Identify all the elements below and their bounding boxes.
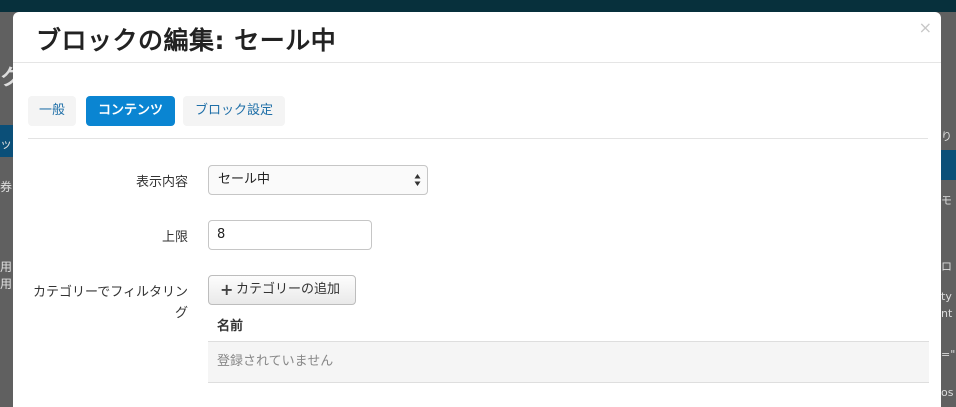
background-top-bar xyxy=(0,0,956,12)
display-content-select[interactable]: セール中 xyxy=(208,165,428,195)
limit-label: 上限 xyxy=(161,230,188,245)
name-column-header: 名前 xyxy=(217,319,244,334)
background-right-fragment: os xyxy=(941,386,954,399)
category-filter-label-line1: カテゴリーでフィルタリン xyxy=(33,285,188,300)
background-left-fragment: 用 xyxy=(0,277,13,291)
tabs-divider xyxy=(28,138,928,139)
background-right-fragment: り xyxy=(941,130,952,143)
background-right-highlight xyxy=(940,150,956,180)
category-filter-label: カテゴリーでフィルタリン グ xyxy=(18,282,188,324)
tab-contents[interactable]: コンテンツ xyxy=(86,96,175,126)
background-right-fragment: モ xyxy=(941,194,952,207)
background-right-fragment: nt xyxy=(941,307,953,320)
background-right-fragment: ty xyxy=(941,290,952,303)
add-category-button[interactable]: + カテゴリーの追加 xyxy=(208,275,356,305)
display-content-value: セール中 xyxy=(218,172,271,187)
add-category-label: カテゴリーの追加 xyxy=(236,282,341,297)
background-left-fragment: ッ xyxy=(0,137,13,151)
limit-input[interactable]: 8 xyxy=(208,220,372,250)
plus-icon: + xyxy=(220,280,234,299)
modal-header: ブロックの編集: セール中 × xyxy=(13,12,941,63)
category-filter-label-line2: グ xyxy=(174,306,188,321)
background-left-fragment: 券 xyxy=(0,180,13,194)
background-right-fragment: =" xyxy=(941,348,956,361)
modal-title: ブロックの編集: セール中 xyxy=(36,26,337,55)
close-icon[interactable]: × xyxy=(919,18,932,37)
tab-general[interactable]: 一般 xyxy=(28,96,76,126)
edit-block-modal: ブロックの編集: セール中 × 一般 コンテンツ ブロック設定 表示内容 セール… xyxy=(13,12,941,407)
tab-block-settings[interactable]: ブロック設定 xyxy=(183,96,285,126)
background-right-fragment: ロ xyxy=(941,260,952,273)
display-content-label: 表示内容 xyxy=(135,175,188,190)
select-arrows-icon xyxy=(414,174,421,186)
background-left-fragment: 用 xyxy=(0,260,13,274)
empty-category-row: 登録されていません xyxy=(208,341,929,383)
